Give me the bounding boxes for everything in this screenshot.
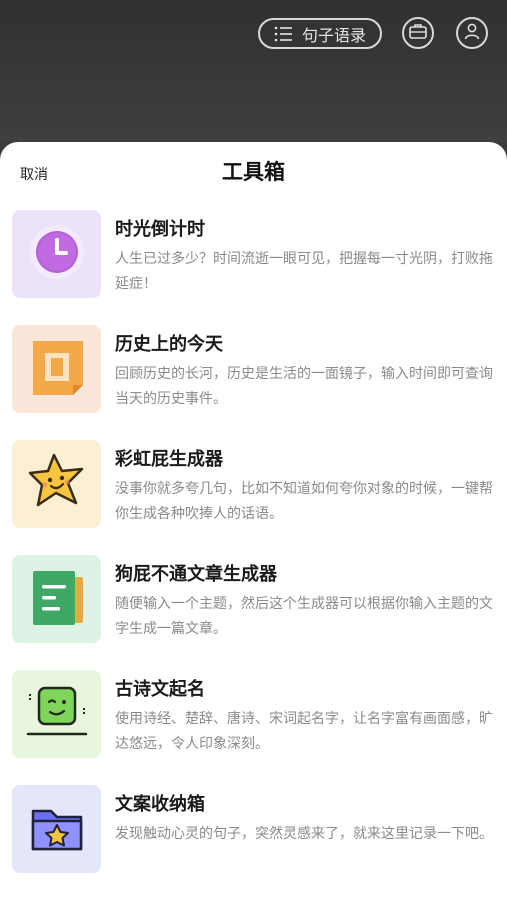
tool-desc: 没事你就多夸几句，比如不知道如何夸你对象的时候，一键帮你生成各种吹捧人的话语。: [115, 481, 493, 522]
tool-item-article-generator[interactable]: 狗屁不通文章生成器 随便输入一个主题，然后这个生成器可以根据你输入主题的文字生成…: [0, 555, 507, 670]
user-icon: [463, 22, 481, 44]
sheet-title: 工具箱: [222, 160, 285, 184]
top-bar: 句子语录: [0, 0, 507, 142]
tool-thumb: [12, 440, 101, 528]
tool-item-history-today[interactable]: 历史上的今天 回顾历史的长河，历史是生活的一面镜子，输入时间即可查询当天的历史事…: [0, 325, 507, 440]
tool-item-copy-storage[interactable]: 文案收纳箱 发现触动心灵的句子，突然灵感来了，就来这里记录一下吧。: [0, 785, 507, 900]
tool-thumb: [12, 555, 101, 643]
document-icon: [25, 565, 89, 633]
quotes-button[interactable]: 句子语录: [258, 18, 382, 49]
toolbox-button[interactable]: [402, 17, 434, 49]
history-icon: [25, 335, 89, 403]
quotes-button-label: 句子语录: [302, 25, 367, 45]
tool-thumb: [12, 785, 101, 873]
tool-item-countdown[interactable]: 时光倒计时 人生已过多少？时间流逝一眼可见，把握每一寸光阴，打败拖延症！: [0, 210, 507, 325]
tool-name: 文案收纳箱: [115, 794, 205, 815]
tool-name: 时光倒计时: [115, 219, 205, 240]
tool-desc: 回顾历史的长河，历史是生活的一面镜子，输入时间即可查询当天的历史事件。: [115, 366, 493, 407]
tool-desc: 使用诗经、楚辞、唐诗、宋词起名字，让名字富有画面感，旷达悠远，令人印象深刻。: [115, 711, 493, 752]
cancel-button[interactable]: 取消: [20, 164, 48, 184]
star-face-icon: [24, 449, 90, 519]
clock-icon: [29, 224, 85, 284]
tool-item-compliment-generator[interactable]: 彩虹屁生成器 没事你就多夸几句，比如不知道如何夸你对象的时候，一键帮你生成各种吹…: [0, 440, 507, 555]
tool-desc: 随便输入一个主题，然后这个生成器可以根据你输入主题的文字生成一篇文章。: [115, 596, 493, 637]
toolbox-sheet: 取消 工具箱 时光倒计时 人生已过多少？时间流逝一眼可见，把握每一寸光阴，打败拖…: [0, 142, 507, 900]
tool-name: 彩虹屁生成器: [115, 449, 223, 470]
tool-thumb: [12, 670, 101, 758]
tool-name: 古诗文起名: [115, 679, 205, 700]
profile-button[interactable]: [456, 17, 488, 49]
tool-name: 狗屁不通文章生成器: [115, 564, 277, 585]
tool-thumb: [12, 325, 101, 413]
tool-desc: 人生已过多少？时间流逝一眼可见，把握每一寸光阴，打败拖延症！: [115, 251, 493, 292]
folder-star-icon: [25, 797, 89, 861]
tool-item-poetry-naming[interactable]: 古诗文起名 使用诗经、楚辞、唐诗、宋词起名字，让名字富有画面感，旷达悠远，令人印…: [0, 670, 507, 785]
tool-desc: 发现触动心灵的句子，突然灵感来了，就来这里记录一下吧。: [115, 826, 493, 842]
tool-thumb: [12, 210, 101, 298]
briefcase-icon: [409, 23, 427, 43]
green-face-icon: [22, 680, 92, 748]
list-icon: [274, 26, 292, 42]
tool-list: 时光倒计时 人生已过多少？时间流逝一眼可见，把握每一寸光阴，打败拖延症！ 历史上: [0, 210, 507, 900]
tool-name: 历史上的今天: [115, 334, 223, 355]
